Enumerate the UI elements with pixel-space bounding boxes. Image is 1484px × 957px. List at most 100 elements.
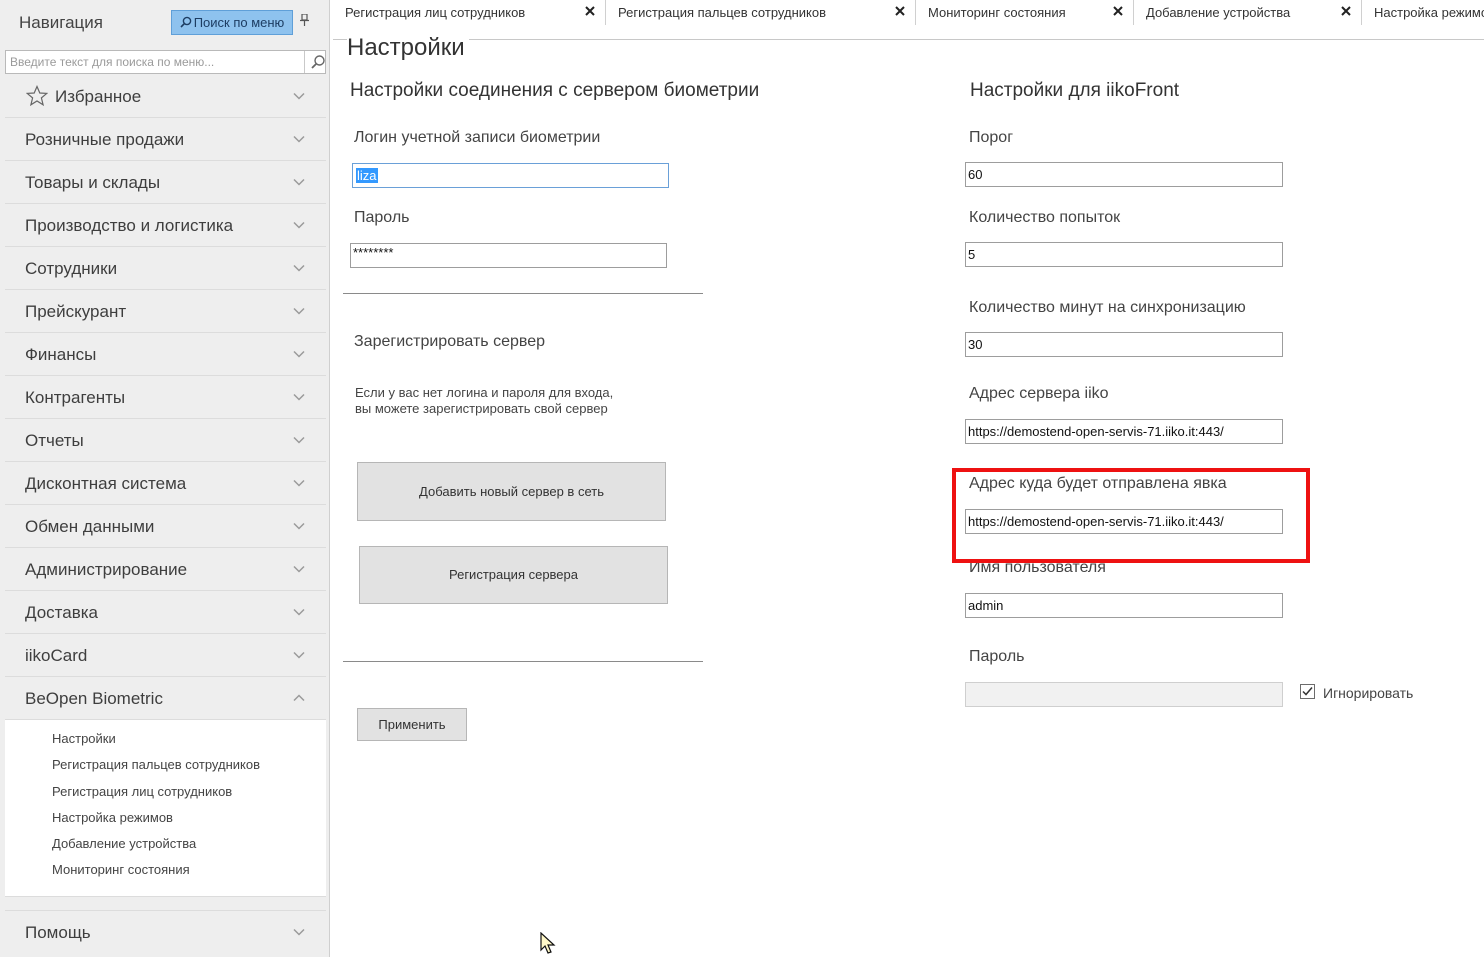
submenu-item-face-registration[interactable]: Регистрация лиц сотрудников — [5, 779, 326, 805]
chevron-down-icon — [293, 135, 305, 143]
tab-label: Регистрация пальцев сотрудников — [618, 5, 826, 20]
register-server-title: Зарегистрировать сервер — [354, 333, 545, 350]
chevron-down-icon — [293, 928, 305, 936]
threshold-field[interactable] — [965, 162, 1283, 187]
front-password-label: Пароль — [969, 648, 1025, 665]
menu-item-retail-sales[interactable]: Розничные продажи — [5, 118, 326, 161]
chevron-down-icon — [293, 178, 305, 186]
search-icon[interactable] — [310, 54, 326, 70]
chevron-down-icon — [293, 307, 305, 315]
front-password-field[interactable] — [965, 682, 1283, 707]
submenu-item-finger-registration[interactable]: Регистрация пальцев сотрудников — [5, 752, 326, 778]
submenu-beopen-biometric: Настройки Регистрация пальцев сотруднико… — [5, 720, 326, 897]
chevron-down-icon — [293, 565, 305, 573]
navigation-header: Навигация Поиск по меню — [0, 0, 330, 46]
submenu-item-modes-setup[interactable]: Настройка режимов — [5, 805, 326, 831]
register-note-line1: Если у вас нет логина и пароля для входа… — [355, 385, 614, 400]
settings-panel: Настройки Настройки соединения с серверо… — [333, 26, 1484, 957]
menu-search-input[interactable] — [6, 51, 310, 73]
tab-label: Настройка режимов — [1374, 5, 1484, 20]
menu-item-reports[interactable]: Отчеты — [5, 419, 326, 462]
menu-search-button[interactable]: Поиск по меню — [171, 10, 293, 35]
menu-item-label: Отчеты — [25, 431, 84, 450]
navigation-sidebar: Навигация Поиск по меню Избранное Ро — [0, 0, 330, 957]
attendance-address-label: Адрес куда будет отправлена явка — [969, 475, 1227, 492]
menu-item-label: Помощь — [25, 923, 91, 942]
menu-item-goods-warehouses[interactable]: Товары и склады — [5, 161, 326, 204]
menu-search-box — [5, 50, 326, 74]
star-icon — [26, 85, 48, 107]
menu-item-label: Дисконтная система — [25, 474, 187, 493]
sync-minutes-label: Количество минут на синхронизацию — [969, 299, 1246, 316]
attempts-label: Количество попыток — [969, 209, 1121, 226]
submenu-item-add-device[interactable]: Добавление устройства — [5, 831, 326, 857]
apply-button[interactable]: Применить — [357, 708, 467, 741]
chevron-down-icon — [293, 264, 305, 272]
menu-item-label: Финансы — [25, 345, 97, 364]
menu-item-data-exchange[interactable]: Обмен данными — [5, 505, 326, 548]
server-address-field[interactable] — [965, 419, 1283, 444]
chevron-down-icon — [293, 221, 305, 229]
submenu-item-status-monitoring[interactable]: Мониторинг состояния — [5, 857, 326, 883]
menu-item-price-list[interactable]: Прейскурант — [5, 290, 326, 333]
menu-item-finance[interactable]: Финансы — [5, 333, 326, 376]
biometric-login-value: liza — [356, 168, 378, 183]
menu-item-label: Доставка — [25, 603, 99, 622]
register-note-line2: вы можете зарегистрировать свой сервер — [355, 401, 608, 416]
divider — [343, 661, 703, 662]
tab-add-device[interactable]: Добавление устройства — [1134, 0, 1362, 25]
biometric-login-field[interactable]: liza — [352, 163, 669, 188]
menu-item-iikocard[interactable]: iikoCard — [5, 634, 326, 677]
attempts-field[interactable] — [965, 242, 1283, 267]
menu-item-administration[interactable]: Администрирование — [5, 548, 326, 591]
add-new-server-button[interactable]: Добавить новый сервер в сеть — [357, 462, 666, 521]
menu-item-help[interactable]: Помощь — [5, 910, 326, 954]
pin-icon[interactable] — [300, 13, 309, 29]
mouse-cursor-icon — [540, 932, 556, 954]
username-field[interactable] — [965, 593, 1283, 618]
menu-item-label: Контрагенты — [25, 388, 126, 407]
menu-item-beopen-biometric[interactable]: BeOpen Biometric — [5, 677, 326, 720]
menu-item-label: Сотрудники — [25, 259, 118, 278]
chevron-down-icon — [293, 522, 305, 530]
tab-face-registration[interactable]: Регистрация лиц сотрудников — [333, 0, 606, 25]
page-title: Настройки — [347, 34, 469, 62]
menu-item-favorites[interactable]: Избранное — [5, 75, 326, 118]
chevron-down-icon — [293, 436, 305, 444]
chevron-down-icon — [293, 608, 305, 616]
iikofront-section-title: Настройки для iikoFront — [970, 80, 1180, 101]
menu-item-label: Товары и склады — [25, 173, 161, 192]
close-icon[interactable] — [584, 5, 596, 17]
tab-modes-setup[interactable]: Настройка режимов — [1362, 0, 1484, 25]
tab-label: Регистрация лиц сотрудников — [345, 5, 526, 20]
tab-label: Мониторинг состояния — [928, 5, 1066, 20]
server-address-label: Адрес сервера iiko — [969, 385, 1109, 402]
tab-status-monitoring[interactable]: Мониторинг состояния — [916, 0, 1134, 25]
navigation-title: Навигация — [19, 13, 103, 32]
sync-minutes-field[interactable] — [965, 332, 1283, 357]
navigation-menu: Избранное Розничные продажи Товары и скл… — [5, 75, 326, 897]
menu-item-discount-system[interactable]: Дисконтная система — [5, 462, 326, 505]
submenu-item-settings[interactable]: Настройки — [5, 726, 326, 752]
tab-finger-registration[interactable]: Регистрация пальцев сотрудников — [606, 0, 916, 25]
menu-item-counterparties[interactable]: Контрагенты — [5, 376, 326, 419]
menu-item-label: Избранное — [55, 87, 142, 106]
chevron-up-icon — [293, 694, 305, 702]
ignore-password-checkbox[interactable] — [1300, 684, 1315, 699]
menu-item-delivery[interactable]: Доставка — [5, 591, 326, 634]
register-server-button[interactable]: Регистрация сервера — [359, 546, 668, 604]
document-tabs: Регистрация лиц сотрудников Регистрация … — [333, 0, 1484, 26]
attendance-address-field[interactable] — [965, 509, 1283, 534]
close-icon[interactable] — [1112, 5, 1124, 17]
magnifier-icon — [180, 16, 191, 28]
username-label: Имя пользователя — [969, 559, 1106, 576]
menu-item-label: iikoCard — [25, 646, 88, 665]
menu-item-production-logistics[interactable]: Производство и логистика — [5, 204, 326, 247]
close-icon[interactable] — [1340, 5, 1352, 17]
chevron-down-icon — [293, 479, 305, 487]
menu-item-employees[interactable]: Сотрудники — [5, 247, 326, 290]
close-icon[interactable] — [894, 5, 906, 17]
menu-item-label: BeOpen Biometric — [25, 689, 163, 708]
biometric-password-field[interactable] — [350, 243, 667, 268]
biometric-connection-section-title: Настройки соединения с сервером биометри… — [350, 80, 760, 101]
